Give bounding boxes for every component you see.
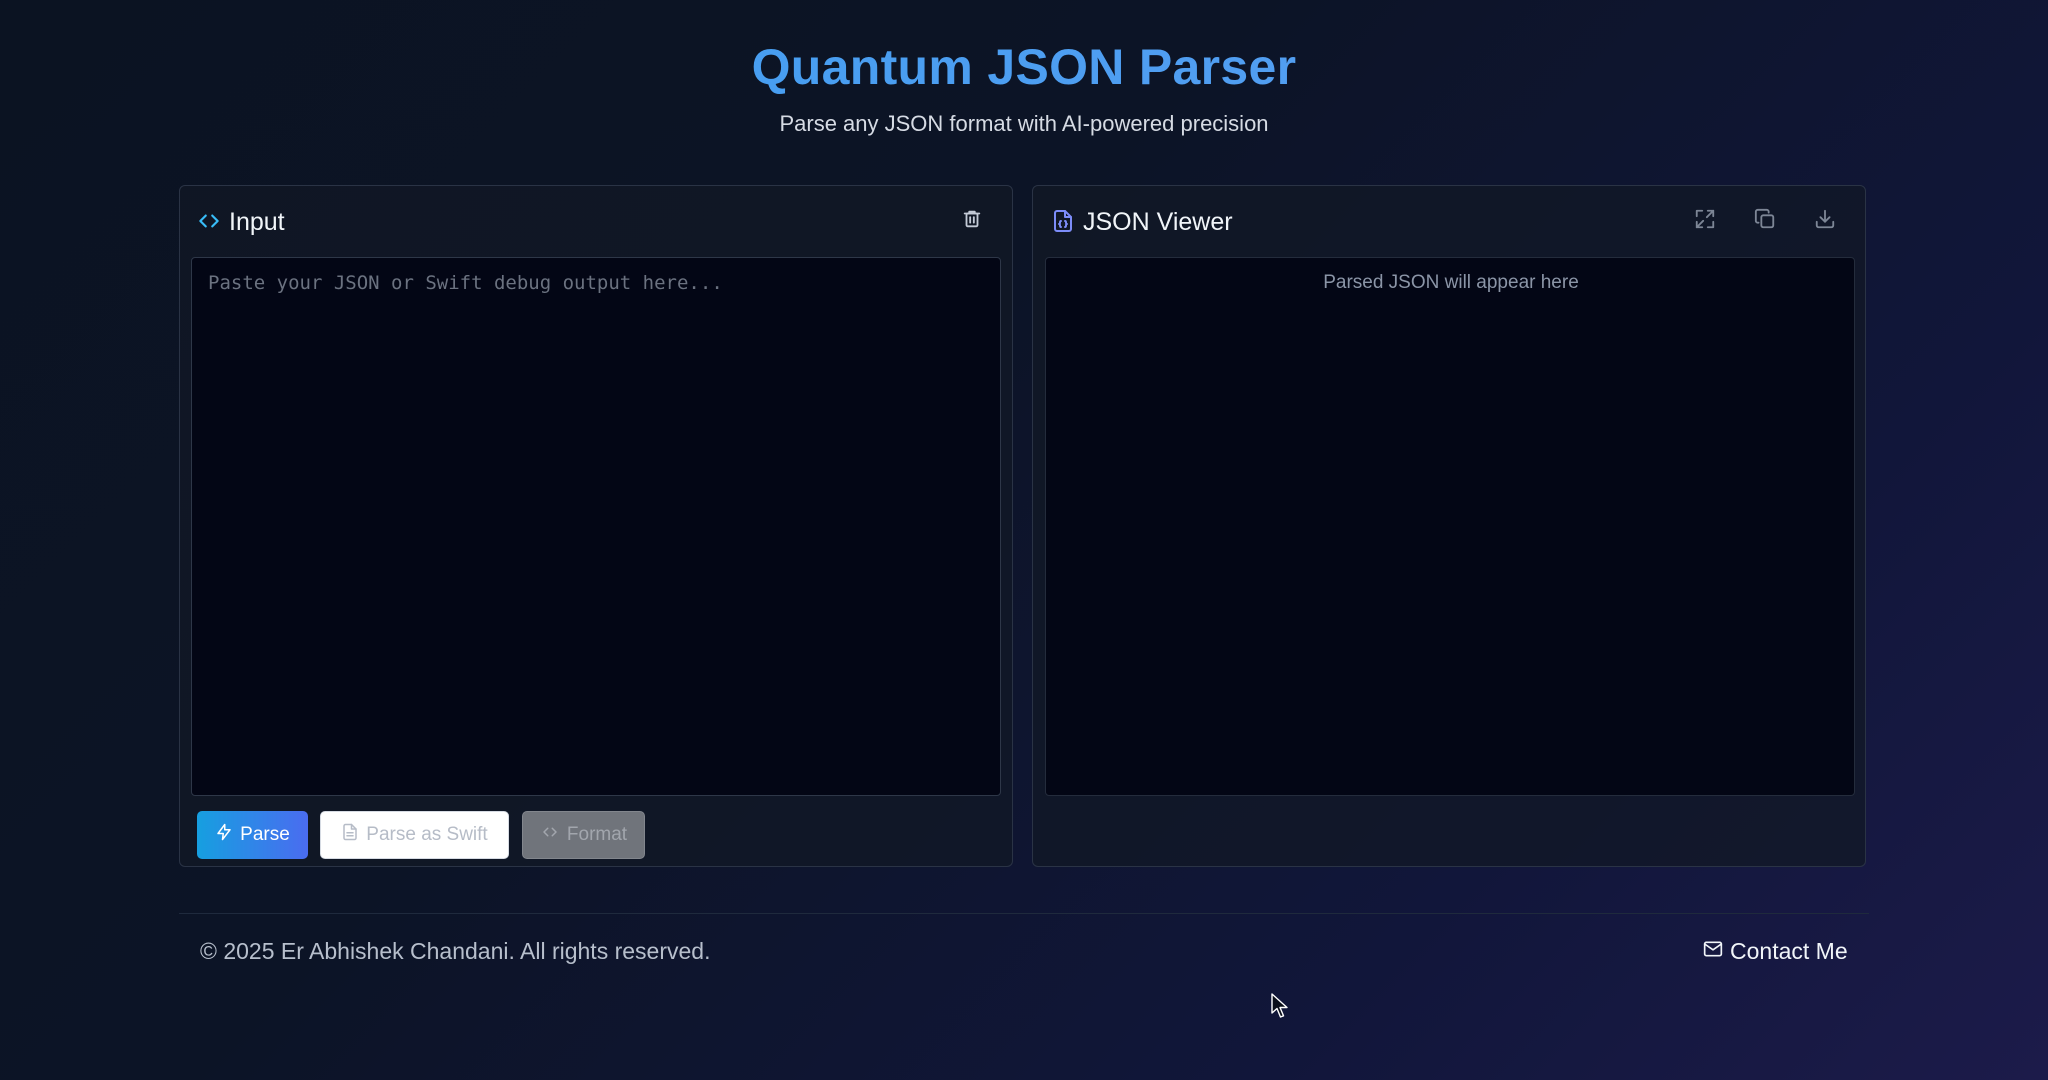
mouse-cursor-icon <box>1271 993 1289 1019</box>
parse-as-swift-button[interactable]: Parse as Swift <box>320 811 509 859</box>
parse-as-swift-label: Parse as Swift <box>366 824 488 845</box>
copyright-text: © 2025 Er Abhishek Chandani. All rights … <box>200 938 711 964</box>
page-subtitle: Parse any JSON format with AI-powered pr… <box>779 111 1269 136</box>
json-input-textarea[interactable] <box>192 258 1000 795</box>
copy-button[interactable] <box>1750 206 1780 236</box>
input-editor <box>191 257 1001 796</box>
expand-button[interactable] <box>1690 206 1720 236</box>
json-viewer-panel: JSON Viewer Parsed JSON will appear here <box>1032 185 1866 867</box>
parse-button[interactable]: Parse <box>197 811 308 859</box>
format-button-label: Format <box>566 824 628 845</box>
mail-icon <box>1702 938 1730 965</box>
footer-divider <box>179 913 1869 914</box>
download-button[interactable] <box>1810 206 1840 236</box>
input-panel-header: Input <box>180 186 1012 256</box>
code-brackets-icon <box>540 823 567 847</box>
format-button[interactable]: Format <box>522 811 645 859</box>
json-viewer-title: JSON Viewer <box>1083 208 1233 236</box>
contact-me-link[interactable]: Contact Me <box>1702 938 1848 965</box>
json-viewer-header: JSON Viewer <box>1033 186 1865 256</box>
document-icon <box>341 822 366 848</box>
input-panel: Input Paste your JSON or Swift debug out… <box>179 185 1013 867</box>
copy-icon <box>1754 208 1776 235</box>
input-panel-title: Input <box>229 208 285 236</box>
code-brackets-icon <box>196 208 222 234</box>
json-viewer-area: Parsed JSON will appear here <box>1045 257 1855 796</box>
json-file-icon <box>1051 208 1077 234</box>
trash-icon <box>961 208 983 235</box>
parse-button-label: Parse <box>240 824 290 845</box>
page-title: Quantum JSON Parser <box>0 38 2048 96</box>
app-root: Quantum JSON Parser Parse any JSON forma… <box>0 0 2048 1080</box>
contact-me-label: Contact Me <box>1730 938 1848 964</box>
lightning-icon <box>215 823 240 847</box>
download-icon <box>1814 208 1836 235</box>
expand-icon <box>1694 208 1716 235</box>
json-viewer-placeholder: Parsed JSON will appear here <box>1323 272 1579 293</box>
clear-input-button[interactable] <box>957 206 987 236</box>
